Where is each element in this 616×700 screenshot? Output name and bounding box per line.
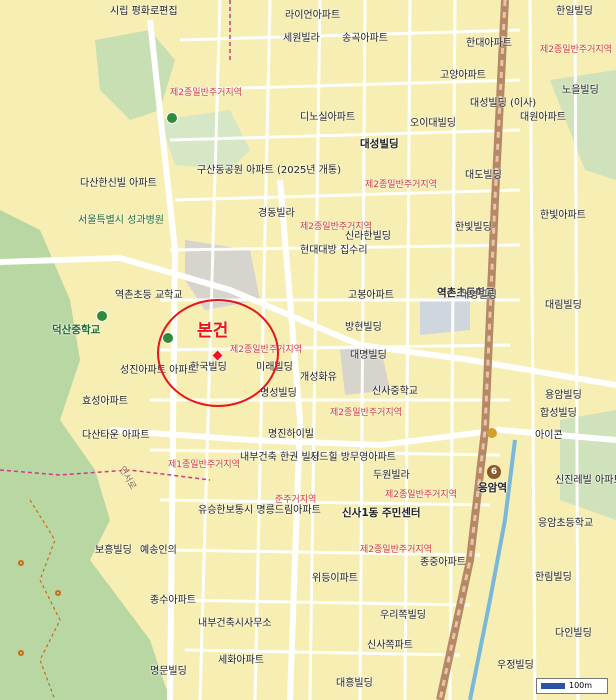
label-e8: 합성빌딩	[540, 408, 577, 419]
zone-label: 제2종일반주거지역	[540, 45, 612, 55]
scale-label: 100m	[569, 681, 593, 690]
label-n31: 명문빌딩	[150, 666, 187, 677]
label-n27: 신사쪽파트	[367, 640, 413, 651]
park-area-north	[95, 30, 175, 120]
label-n6: 대성빌딩	[360, 138, 399, 150]
map-canvas[interactable]: 시립 평화로편집 다산한신빌 아파트 서울특별시 성과병원 역촌초등 교학교 덕…	[0, 0, 616, 700]
park-area-west	[0, 210, 170, 700]
scale-bar-fill	[541, 683, 565, 689]
label-n1: 라이언아파트	[285, 10, 341, 21]
station-label: 응암역	[478, 482, 507, 494]
label-e6: 대영빌딩	[460, 290, 497, 301]
label-e19: 한빛아파트	[540, 210, 586, 221]
label-n12: 방현빌딩	[345, 322, 382, 333]
label-n22: 신사1동 주민센터	[342, 507, 421, 519]
label-e7: 아이콘	[535, 430, 563, 441]
label-hospital: 서울특별시 성과병원	[78, 215, 164, 226]
label-bldg2: 예송인의	[140, 545, 177, 556]
label-apt3: 다산타운 아파트	[82, 430, 150, 441]
label-n8: 경동빌라	[258, 208, 295, 219]
label-n15: 개성화유	[300, 372, 337, 383]
zone-label: 제2종일반주거지역	[170, 88, 242, 98]
label-n19: 내부건축 한권 빌딩	[240, 452, 320, 463]
label-e5: 한빛빌딩	[455, 222, 492, 233]
label-e3: 대성빌딩 (이사)	[470, 98, 537, 109]
trail-marker-icon	[18, 560, 24, 566]
label-apt2: 효성아파트	[82, 396, 128, 407]
zone-label: 준주거지역	[275, 495, 317, 505]
label-n18: 명진하이빌	[268, 429, 314, 440]
label-e17: 한일빌딩	[556, 6, 593, 17]
label-apartment: 다산한신빌 아파트	[80, 178, 157, 189]
label-e2: 한대아파트	[466, 38, 512, 49]
zone-label: 제2종일반주거지역	[385, 490, 457, 500]
label-e4: 대도빌딩	[465, 170, 502, 181]
label-n5: 디노실아파트	[300, 112, 356, 123]
label-n2: 세원빌라	[283, 33, 320, 44]
zone-label: 제1종일반주거지역	[168, 460, 240, 470]
label-n26: 우리쪽빌딩	[380, 610, 426, 621]
label-n7: 구산동공원 아파트 (2025년 개통)	[197, 165, 341, 176]
label-n21: 유승한보통시 명릉드림아파트	[198, 505, 321, 516]
label-bldg: 보흥빌딩	[95, 545, 132, 556]
site-title: 본건	[197, 321, 229, 341]
label-n3: 송곡아파트	[342, 33, 388, 44]
label-n23: 위등이파트	[312, 573, 358, 584]
label-e12: 다인빌딩	[555, 628, 592, 639]
label-school2: 덕산중학교	[52, 324, 101, 336]
label-n10: 현대대방 집수리	[300, 245, 368, 256]
label-n17: 신사중학교	[372, 386, 418, 397]
label-n25: 종중아파트	[420, 557, 466, 568]
label-school: 역촌초등 교학교	[115, 290, 183, 301]
scale-bar: 100m	[536, 678, 608, 694]
label-e13: 노을빌딩	[562, 85, 599, 96]
zone-label: 제2종일반주거지역	[360, 545, 432, 555]
label-n16: 명성빌딩	[260, 388, 297, 399]
label-e15: 대림빌딩	[545, 300, 582, 311]
zone-label: 제2종일반주거지역	[330, 408, 402, 418]
trail-marker-icon	[55, 590, 61, 596]
label-n30: 대흥빌딩	[336, 678, 373, 689]
label-e16: 용암빌딩	[545, 390, 582, 401]
label-n29: 세화아파트	[218, 655, 264, 666]
label-e14: 우정빌딩	[497, 660, 534, 671]
trail-marker-icon	[18, 650, 24, 656]
label-e11: 한림빌딩	[535, 572, 572, 583]
park-area-east2	[560, 410, 616, 520]
label-n32: 종수아파트	[150, 595, 196, 606]
subway-line-badge[interactable]: 6	[487, 465, 501, 479]
label-e9: 신진레빌 아파트	[555, 475, 616, 486]
label-e10: 응암초등학교	[538, 518, 594, 529]
label-e18: 대원아파트	[520, 112, 566, 123]
label-n28: 내부건축시사무소	[198, 618, 272, 629]
label-n11: 고봉아파트	[348, 290, 394, 301]
label-n20: 시드힐 방무영아파트	[310, 452, 396, 463]
label-top: 시립 평화로편집	[110, 6, 178, 17]
label-e1: 고양아파트	[440, 70, 486, 81]
park-icon	[166, 112, 178, 124]
label-n4: 오이대빌딩	[410, 118, 456, 129]
park-icon	[96, 310, 108, 322]
zone-label: 제2종일반주거지역	[300, 222, 372, 232]
label-n24: 두원빌라	[373, 470, 410, 481]
label-n14: 대명빌딩	[350, 350, 387, 361]
bus-stop-icon[interactable]	[487, 428, 497, 438]
zone-label: 제2종일반주거지역	[365, 180, 437, 190]
